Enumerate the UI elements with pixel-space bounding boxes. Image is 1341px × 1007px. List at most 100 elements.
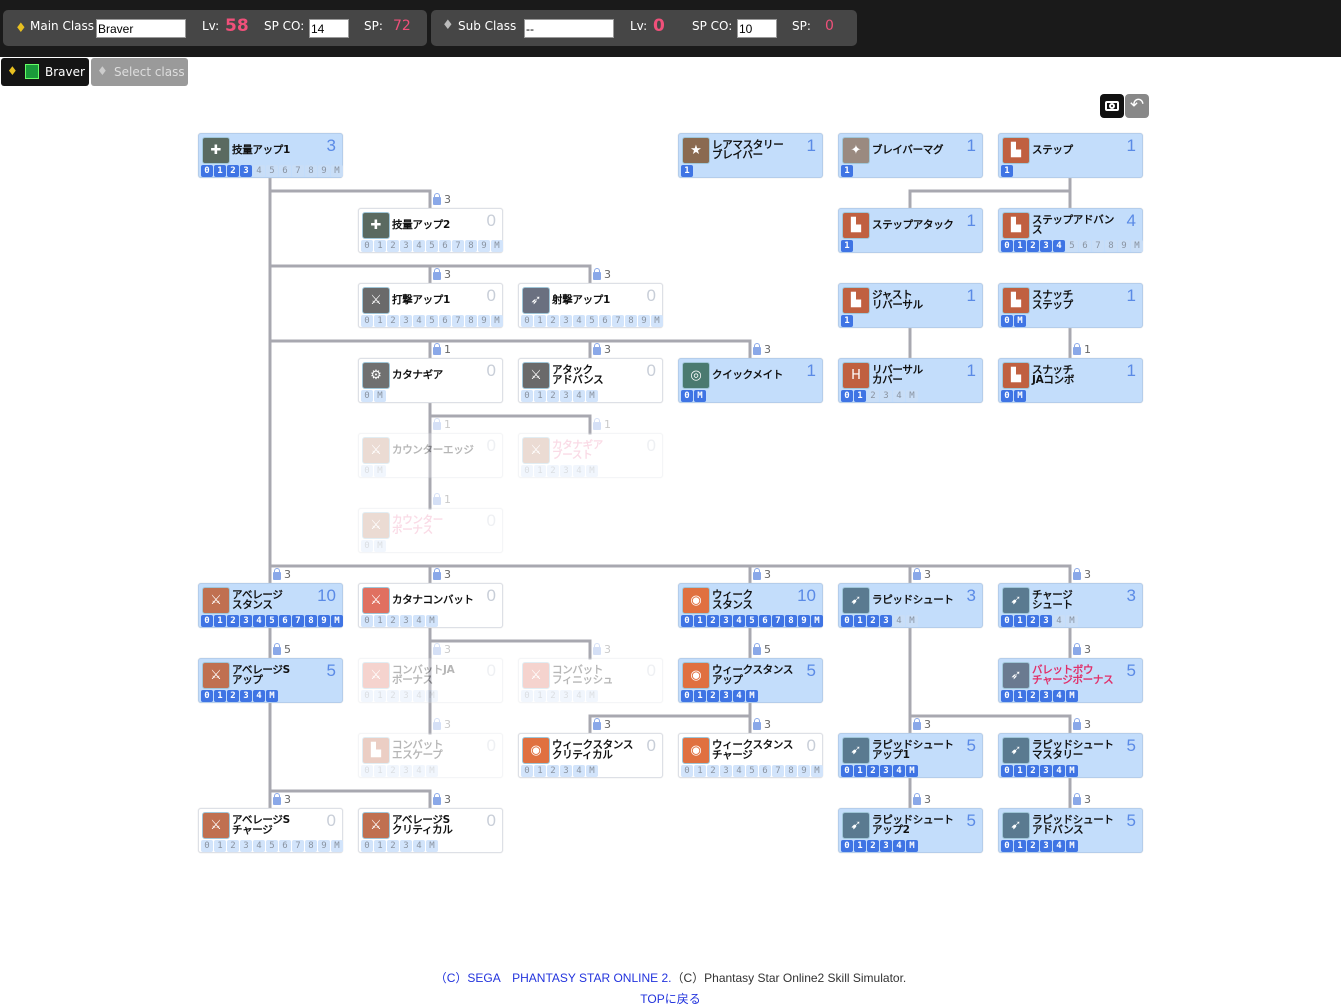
- skill-node[interactable]: ★ レアマスタリー ブレイバー 1 1: [678, 133, 823, 178]
- level-box[interactable]: 2: [867, 840, 879, 852]
- skill-node[interactable]: ➹ チャージ シュート 3 0 1 2 3 4 M: [998, 583, 1143, 628]
- level-box[interactable]: 1: [374, 690, 386, 702]
- skill-node[interactable]: ⚔ アベレージS クリティカル 0 0 1 2 3 4 M: [358, 808, 503, 853]
- level-box[interactable]: 6: [439, 240, 451, 252]
- level-box[interactable]: 3: [720, 765, 732, 777]
- level-box[interactable]: 0: [681, 690, 693, 702]
- skill-node[interactable]: ✚ 技量アップ2 0 0 1 2 3 4 5 6 7 8 9 M: [358, 208, 503, 253]
- level-box[interactable]: 3: [560, 690, 572, 702]
- level-box[interactable]: 2: [227, 165, 239, 177]
- level-box[interactable]: 3: [1040, 690, 1052, 702]
- level-box[interactable]: 4: [733, 690, 745, 702]
- skill-node[interactable]: ✚ 技量アップ1 3 0 1 2 3 4 5 6 7 8 9 M: [198, 133, 343, 178]
- level-box[interactable]: 3: [560, 465, 572, 477]
- level-box[interactable]: 1: [854, 615, 866, 627]
- level-box[interactable]: M: [906, 840, 918, 852]
- level-box[interactable]: 2: [1027, 765, 1039, 777]
- level-box[interactable]: 3: [240, 690, 252, 702]
- level-box[interactable]: 1: [854, 390, 866, 402]
- level-box[interactable]: 4: [1053, 690, 1065, 702]
- level-box[interactable]: 8: [465, 315, 477, 327]
- skill-node[interactable]: ◎ クイックメイト 1 0 M: [678, 358, 823, 403]
- level-box[interactable]: 3: [1040, 765, 1052, 777]
- level-box[interactable]: M: [746, 690, 758, 702]
- level-box[interactable]: 6: [759, 765, 771, 777]
- level-box[interactable]: M: [586, 765, 598, 777]
- level-box[interactable]: 4: [1053, 840, 1065, 852]
- level-box[interactable]: 0: [681, 765, 693, 777]
- level-box[interactable]: 0: [361, 315, 373, 327]
- level-box[interactable]: 1: [214, 615, 226, 627]
- level-box[interactable]: 2: [387, 840, 399, 852]
- level-box[interactable]: 3: [880, 615, 892, 627]
- level-box[interactable]: 2: [227, 840, 239, 852]
- level-box[interactable]: 0: [201, 615, 213, 627]
- sega-link[interactable]: （C）SEGA PHANTASY STAR ONLINE 2.: [435, 971, 672, 985]
- skill-node[interactable]: ◉ ウィークスタンス クリティカル 0 0 1 2 3 4 M: [518, 733, 663, 778]
- level-box[interactable]: 5: [426, 240, 438, 252]
- level-box[interactable]: 0: [1001, 390, 1013, 402]
- level-box[interactable]: 2: [227, 690, 239, 702]
- level-box[interactable]: 3: [240, 840, 252, 852]
- level-box[interactable]: M: [1014, 390, 1026, 402]
- level-box[interactable]: 9: [478, 315, 490, 327]
- level-box[interactable]: 0: [1001, 765, 1013, 777]
- level-box[interactable]: 3: [400, 690, 412, 702]
- level-box[interactable]: M: [586, 390, 598, 402]
- skill-node[interactable]: ▙ スナッチ ステップ 1 0 M: [998, 283, 1143, 328]
- level-box[interactable]: 4: [253, 615, 265, 627]
- level-box[interactable]: 1: [214, 840, 226, 852]
- level-box[interactable]: 6: [279, 840, 291, 852]
- level-box[interactable]: 4: [413, 765, 425, 777]
- level-box[interactable]: 2: [387, 615, 399, 627]
- level-box[interactable]: 4: [573, 465, 585, 477]
- level-box[interactable]: M: [491, 240, 503, 252]
- level-box[interactable]: 3: [400, 240, 412, 252]
- skill-node[interactable]: ▙ ステップアタック 1 1: [838, 208, 983, 253]
- skill-node[interactable]: ➹ ラピッドシュート マスタリー 5 0 1 2 3 4 M: [998, 733, 1143, 778]
- level-box[interactable]: 7: [612, 315, 624, 327]
- level-box[interactable]: M: [1131, 240, 1143, 252]
- level-box[interactable]: 8: [785, 615, 797, 627]
- level-box[interactable]: 3: [240, 165, 252, 177]
- level-box[interactable]: 8: [305, 615, 317, 627]
- level-box[interactable]: 0: [201, 690, 213, 702]
- level-box[interactable]: 5: [586, 315, 598, 327]
- level-box[interactable]: 6: [439, 315, 451, 327]
- level-box[interactable]: 2: [867, 765, 879, 777]
- level-box[interactable]: 2: [547, 390, 559, 402]
- skill-node[interactable]: ⚔ カタナギア ブースト 0 0 1 2 3 4 M: [518, 433, 663, 478]
- level-box[interactable]: 1: [694, 690, 706, 702]
- level-box[interactable]: 4: [253, 165, 265, 177]
- level-box[interactable]: 7: [452, 240, 464, 252]
- level-box[interactable]: 2: [547, 765, 559, 777]
- level-box[interactable]: 3: [1040, 840, 1052, 852]
- level-box[interactable]: 1: [534, 390, 546, 402]
- level-box[interactable]: 9: [638, 315, 650, 327]
- level-box[interactable]: M: [906, 765, 918, 777]
- level-box[interactable]: 3: [560, 390, 572, 402]
- level-box[interactable]: 1: [841, 240, 853, 252]
- level-box[interactable]: 1: [841, 315, 853, 327]
- level-box[interactable]: M: [374, 465, 386, 477]
- level-box[interactable]: 3: [1040, 240, 1052, 252]
- level-box[interactable]: 6: [599, 315, 611, 327]
- level-box[interactable]: 4: [893, 765, 905, 777]
- level-box[interactable]: 3: [560, 765, 572, 777]
- skill-node[interactable]: ⚔ カウンターエッジ 0 0 M: [358, 433, 503, 478]
- level-box[interactable]: 4: [413, 240, 425, 252]
- level-box[interactable]: 1: [1001, 165, 1013, 177]
- level-box[interactable]: 0: [361, 240, 373, 252]
- level-box[interactable]: 1: [681, 165, 693, 177]
- level-box[interactable]: 1: [1014, 765, 1026, 777]
- level-box[interactable]: 0: [841, 840, 853, 852]
- level-box[interactable]: 1: [694, 765, 706, 777]
- level-box[interactable]: M: [266, 690, 278, 702]
- level-box[interactable]: 0: [521, 690, 533, 702]
- level-box[interactable]: M: [1014, 315, 1026, 327]
- level-box[interactable]: M: [811, 765, 823, 777]
- level-box[interactable]: 0: [521, 315, 533, 327]
- level-box[interactable]: 3: [400, 840, 412, 852]
- level-box[interactable]: 0: [1001, 615, 1013, 627]
- skill-node[interactable]: ➶ バレットボウ チャージボーナス 5 0 1 2 3 4 M: [998, 658, 1143, 703]
